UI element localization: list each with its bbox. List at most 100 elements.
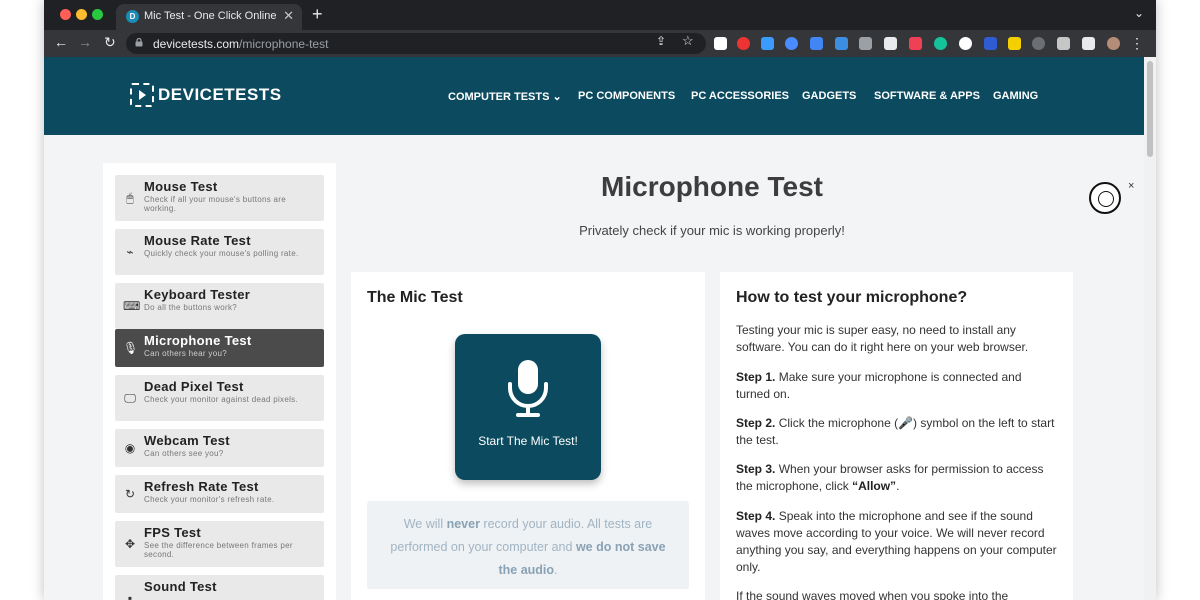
extension-pocket-icon[interactable] bbox=[909, 37, 922, 50]
page-scrollbar[interactable] bbox=[1144, 57, 1156, 600]
sidebar-item-keyboard-tester[interactable]: ⌨ Keyboard Tester Do all the buttons wor… bbox=[115, 283, 324, 329]
sidebar-item-microphone-test[interactable]: 🎙 Microphone Test Can others hear you? bbox=[115, 329, 324, 367]
logo-text: DEVICETESTS bbox=[158, 85, 282, 104]
privacy-text: . bbox=[554, 563, 558, 577]
page-title: Microphone Test bbox=[601, 171, 823, 202]
sidebar-item-mouse-test[interactable]: 🖱 Mouse Test Check if all your mouse's b… bbox=[115, 175, 324, 221]
browser-tab[interactable]: D Mic Test - One Click Online Mic ✕ bbox=[116, 4, 302, 30]
feedback-close-icon[interactable]: × bbox=[1128, 180, 1134, 192]
site-header: DEVICETESTS COMPUTER TESTS ⌄ PC COMPONEN… bbox=[44, 57, 1144, 135]
sidebar-item-title: Mouse Rate Test bbox=[144, 233, 251, 248]
step-label: Step 3. bbox=[736, 462, 776, 476]
tab-close-icon[interactable]: ✕ bbox=[283, 8, 294, 24]
sidebar-item-desc: Check your monitor against dead pixels. bbox=[144, 395, 298, 404]
minimize-window-button[interactable] bbox=[76, 9, 87, 20]
start-mic-test-button[interactable]: Start The Mic Test! bbox=[455, 334, 601, 480]
extension-edit-icon[interactable] bbox=[884, 37, 897, 50]
mic-card-heading: The Mic Test bbox=[367, 289, 463, 306]
tab-search-chevron-icon[interactable]: ⌄ bbox=[1134, 6, 1144, 20]
browser-window: D Mic Test - One Click Online Mic ✕ + ⌄ … bbox=[44, 0, 1156, 600]
extension-r-yellow-icon[interactable] bbox=[1008, 37, 1021, 50]
extension-circle-icon[interactable] bbox=[959, 37, 972, 50]
step-text: . bbox=[896, 479, 900, 493]
test-sidebar: 🖱 Mouse Test Check if all your mouse's b… bbox=[103, 163, 336, 600]
address-bar[interactable]: devicetests.com/microphone-test bbox=[126, 33, 706, 54]
logo-chip-icon bbox=[130, 83, 154, 107]
extensions-puzzle-icon[interactable] bbox=[1057, 37, 1070, 50]
mouse-icon: 🖱 bbox=[126, 191, 134, 205]
pulse-icon: ⌁ bbox=[126, 245, 134, 259]
step-label: Step 1. bbox=[736, 370, 776, 384]
nav-gadgets[interactable]: GADGETS bbox=[802, 90, 856, 102]
privacy-note: We will never record your audio. All tes… bbox=[367, 501, 689, 589]
extension-diamond-icon[interactable] bbox=[761, 37, 774, 50]
sidebar-item-desc: Do all the buttons work? bbox=[144, 303, 238, 312]
sidebar-item-desc: Check if all your mouse's buttons are wo… bbox=[144, 195, 287, 213]
sidebar-item-title: FPS Test bbox=[144, 525, 202, 540]
step-text: Click the microphone (🎤) symbol on the l… bbox=[736, 416, 1055, 447]
sidebar-item-title: Sound Test bbox=[144, 579, 217, 594]
url-path: /microphone-test bbox=[239, 37, 329, 51]
keyboard-icon: ⌨ bbox=[123, 299, 141, 313]
gamepad-icon: ✥ bbox=[124, 537, 136, 551]
extension-grammarly-icon[interactable] bbox=[934, 37, 947, 50]
sidebar-item-title: Microphone Test bbox=[144, 333, 252, 348]
scrollbar-thumb[interactable] bbox=[1147, 61, 1153, 157]
sidebar-item-title: Dead Pixel Test bbox=[144, 379, 244, 394]
sidebar-item-title: Webcam Test bbox=[144, 433, 230, 448]
extension-block-icon[interactable] bbox=[1032, 37, 1045, 50]
nav-computer-tests[interactable]: COMPUTER TESTS ⌄ bbox=[448, 90, 562, 103]
sidebar-item-sound-test[interactable]: ▪ Sound Test bbox=[115, 575, 324, 600]
how-to-step-1: Step 1. Make sure your microphone is con… bbox=[736, 369, 1058, 403]
extension-pokeball-icon[interactable] bbox=[737, 37, 750, 50]
privacy-text: We will bbox=[403, 517, 447, 531]
nav-software-apps[interactable]: SOFTWARE & APPS bbox=[874, 90, 980, 102]
bookmark-star-icon[interactable]: ☆ bbox=[682, 33, 694, 49]
new-tab-button[interactable]: + bbox=[312, 4, 323, 25]
feedback-smiley-icon[interactable] bbox=[1089, 182, 1121, 214]
extension-wave-icon[interactable] bbox=[785, 37, 798, 50]
maximize-window-button[interactable] bbox=[92, 9, 103, 20]
sidebar-item-desc: See the difference between frames per se… bbox=[144, 541, 293, 559]
browser-menu-icon[interactable]: ⋮ bbox=[1130, 35, 1144, 52]
tab-title: Mic Test - One Click Online Mic bbox=[144, 10, 280, 22]
sidebar-item-refresh-rate-test[interactable]: ↻ Refresh Rate Test Check your monitor's… bbox=[115, 475, 324, 513]
how-to-step-3: Step 3. When your browser asks for permi… bbox=[736, 461, 1058, 495]
microphone-icon: 🎙 bbox=[123, 341, 139, 355]
extension-translate-icon[interactable] bbox=[810, 37, 823, 50]
start-mic-test-label: Start The Mic Test! bbox=[478, 434, 578, 448]
share-icon[interactable]: ⇪ bbox=[656, 34, 666, 48]
profile-avatar[interactable] bbox=[1107, 37, 1120, 50]
extension-download-icon[interactable] bbox=[835, 37, 848, 50]
sidebar-item-desc: Quickly check your mouse's polling rate. bbox=[144, 249, 299, 258]
close-window-button[interactable] bbox=[60, 9, 71, 20]
step-allow: “Allow” bbox=[852, 479, 897, 493]
how-to-card: How to test your microphone? Testing you… bbox=[720, 272, 1073, 600]
sidebar-item-title: Refresh Rate Test bbox=[144, 479, 259, 494]
sidebar-item-mouse-rate-test[interactable]: ⌁ Mouse Rate Test Quickly check your mou… bbox=[115, 229, 324, 275]
extension-flag-icon[interactable] bbox=[984, 37, 997, 50]
tab-bar: D Mic Test - One Click Online Mic ✕ + ⌄ bbox=[44, 0, 1156, 30]
microphone-icon bbox=[508, 360, 548, 417]
forward-arrow-icon[interactable]: → bbox=[78, 34, 92, 50]
how-to-step-2: Step 2. Click the microphone (🎤) symbol … bbox=[736, 415, 1058, 449]
nav-pc-components[interactable]: PC COMPONENTS bbox=[578, 90, 675, 102]
privacy-emphasis: never bbox=[446, 517, 480, 531]
sidebar-item-desc: Check your monitor's refresh rate. bbox=[144, 495, 275, 504]
site-logo[interactable]: DEVICETESTS bbox=[130, 83, 282, 107]
back-arrow-icon[interactable]: ← bbox=[54, 34, 68, 50]
sidebar-item-fps-test[interactable]: ✥ FPS Test See the difference between fr… bbox=[115, 521, 324, 567]
how-to-trailing: If the sound waves moved when you spoke … bbox=[736, 589, 1009, 600]
speaker-icon: ▪ bbox=[127, 591, 133, 600]
side-panel-icon[interactable] bbox=[1082, 37, 1095, 50]
refresh-icon: ↻ bbox=[124, 487, 136, 501]
step-label: Step 4. bbox=[736, 509, 776, 523]
reload-icon[interactable]: ↻ bbox=[104, 34, 116, 51]
extension-m-icon[interactable] bbox=[859, 37, 872, 50]
sidebar-item-dead-pixel-test[interactable]: 🖵 Dead Pixel Test Check your monitor aga… bbox=[115, 375, 324, 421]
nav-pc-accessories[interactable]: PC ACCESSORIES bbox=[691, 90, 789, 102]
browser-toolbar: ← → ↻ devicetests.com/microphone-test ⇪ … bbox=[44, 30, 1156, 57]
extension-r-icon[interactable] bbox=[714, 37, 727, 50]
nav-gaming[interactable]: GAMING bbox=[993, 90, 1038, 102]
sidebar-item-webcam-test[interactable]: ◉ Webcam Test Can others see you? bbox=[115, 429, 324, 467]
